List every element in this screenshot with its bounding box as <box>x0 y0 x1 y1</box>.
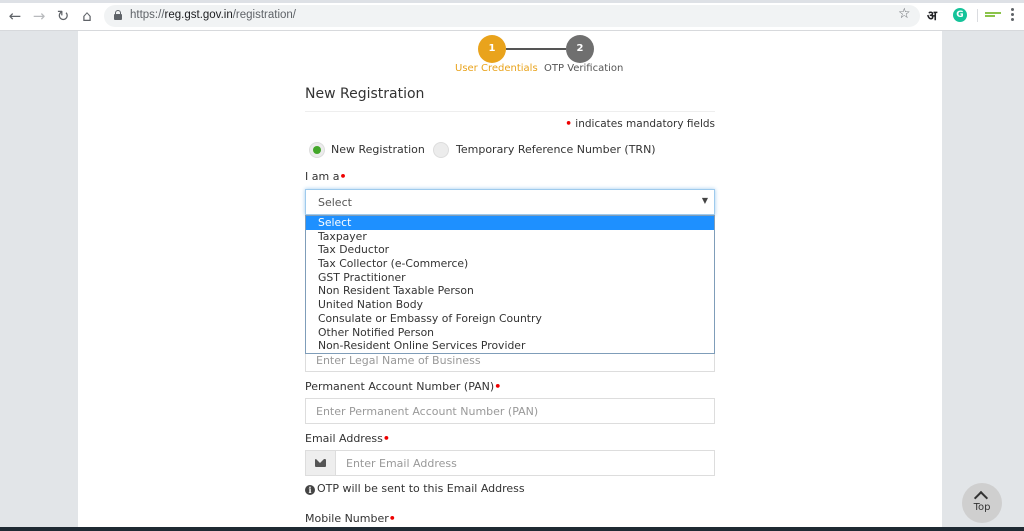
radio-new-registration[interactable] <box>309 142 325 158</box>
scroll-top-button[interactable]: Top <box>962 483 1002 523</box>
legal-name-placeholder: Enter Legal Name of Business <box>316 354 481 367</box>
email-placeholder: Enter Email Address <box>346 457 457 470</box>
mandatory-note: • indicates mandatory fields <box>565 118 715 130</box>
step-2-label: OTP Verification <box>544 63 624 74</box>
i-am-a-dropdown-list: Select Taxpayer Tax Deductor Tax Collect… <box>305 215 715 354</box>
step-1-label: User Credentials <box>455 63 538 74</box>
lock-icon <box>114 10 122 20</box>
registration-form: New Registration • indicates mandatory f… <box>305 86 715 525</box>
extension-logo-icon[interactable] <box>985 12 1001 17</box>
dropdown-option[interactable]: Consulate or Embassy of Foreign Country <box>306 312 714 326</box>
radio-trn-label[interactable]: Temporary Reference Number (TRN) <box>456 143 656 156</box>
tab-strip <box>0 0 1024 3</box>
browser-toolbar: ← → ↻ ⌂ https://reg.gst.gov.in/registrat… <box>0 0 1024 31</box>
dropdown-option[interactable]: Other Notified Person <box>306 326 714 340</box>
address-bar[interactable]: https://reg.gst.gov.in/registration/ <box>104 5 920 27</box>
forward-icon[interactable]: → <box>30 7 48 25</box>
pan-input[interactable]: Enter Permanent Account Number (PAN) <box>305 398 715 424</box>
email-label: Email Address• <box>305 432 390 445</box>
taskbar-strip <box>0 527 1024 531</box>
radio-trn[interactable] <box>433 142 449 158</box>
radio-new-registration-label[interactable]: New Registration <box>331 143 425 156</box>
grammarly-extension-icon[interactable]: G <box>953 8 967 22</box>
browser-menu-icon[interactable] <box>1011 8 1015 22</box>
step-2-circle: 2 <box>566 35 594 63</box>
dropdown-option[interactable]: Tax Deductor <box>306 243 714 257</box>
dropdown-option[interactable]: GST Practitioner <box>306 271 714 285</box>
dropdown-option[interactable]: Non-Resident Online Services Provider <box>306 339 714 353</box>
dropdown-option[interactable]: Non Resident Taxable Person <box>306 284 714 298</box>
info-icon: i <box>305 485 315 495</box>
home-icon[interactable]: ⌂ <box>78 7 96 25</box>
dropdown-arrow-icon: ▼ <box>701 196 708 205</box>
page-background: 1 2 User Credentials OTP Verification Ne… <box>0 31 1024 527</box>
i-am-a-selected-value: Select <box>318 196 352 209</box>
page-title: New Registration <box>305 86 715 112</box>
step-1-circle: 1 <box>478 35 506 63</box>
url-text[interactable]: https://reg.gst.gov.in/registration/ <box>130 9 296 21</box>
toolbar-divider <box>977 9 978 22</box>
dropdown-option[interactable]: United Nation Body <box>306 298 714 312</box>
i-am-a-select[interactable]: Select ▼ <box>305 189 715 215</box>
dropdown-option[interactable]: Taxpayer <box>306 230 714 244</box>
scroll-top-label: Top <box>973 502 991 513</box>
back-icon[interactable]: ← <box>6 7 24 25</box>
dropdown-option[interactable]: Tax Collector (e-Commerce) <box>306 257 714 271</box>
envelope-icon <box>315 459 326 467</box>
email-input[interactable]: Enter Email Address <box>305 450 715 476</box>
hindi-extension-icon[interactable]: अ <box>927 6 937 24</box>
stepper-connector <box>506 48 566 50</box>
reload-icon[interactable]: ↻ <box>54 7 72 25</box>
content-panel: 1 2 User Credentials OTP Verification Ne… <box>78 31 942 527</box>
i-am-a-label: I am a• <box>305 170 347 183</box>
mobile-label: Mobile Number• <box>305 512 396 525</box>
pan-label: Permanent Account Number (PAN)• <box>305 380 502 393</box>
email-otp-info: i OTP will be sent to this Email Address <box>305 482 525 495</box>
registration-type-radios: New Registration Temporary Reference Num… <box>305 141 715 159</box>
dropdown-option[interactable]: Select <box>306 216 714 230</box>
email-addon <box>306 451 336 475</box>
pan-placeholder: Enter Permanent Account Number (PAN) <box>316 405 539 418</box>
bookmark-star-icon[interactable]: ☆ <box>898 6 911 22</box>
